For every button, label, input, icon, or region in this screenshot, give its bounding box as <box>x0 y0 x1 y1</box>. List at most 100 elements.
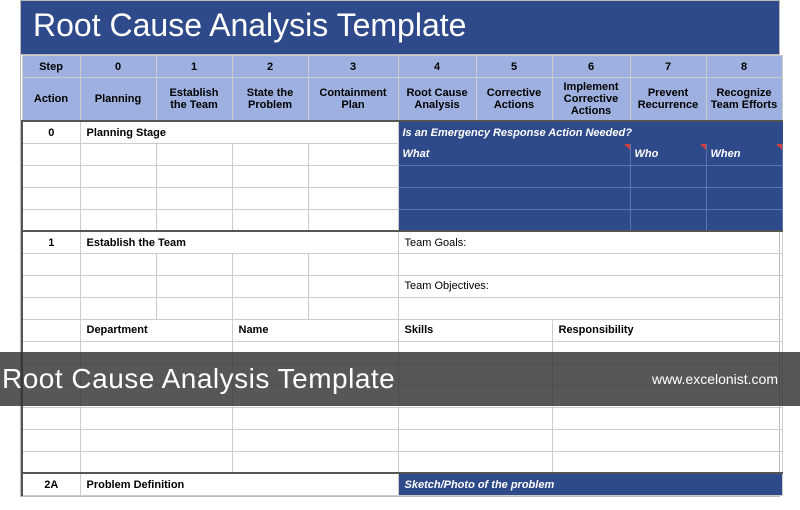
cell[interactable] <box>232 165 308 187</box>
cell[interactable] <box>398 187 630 209</box>
cell[interactable] <box>308 297 398 319</box>
step1-team-objectives[interactable]: Team Objectives: <box>398 275 782 297</box>
cell[interactable] <box>552 451 782 473</box>
step1-team-goals[interactable]: Team Goals: <box>398 231 782 253</box>
cell[interactable] <box>80 275 156 297</box>
cell[interactable] <box>22 319 80 341</box>
cell[interactable] <box>706 165 782 187</box>
hdr-c4: 4 <box>398 56 476 78</box>
cell[interactable] <box>22 275 80 297</box>
cell[interactable] <box>80 187 156 209</box>
row-step1: 1 Establish the Team Team Goals: <box>22 231 782 253</box>
cell[interactable] <box>22 253 80 275</box>
hdr-c8: 8 <box>706 56 782 78</box>
cell[interactable] <box>232 407 398 429</box>
hdr-a8: Recognize Team Efforts <box>706 78 782 122</box>
cell[interactable] <box>22 209 80 231</box>
cell[interactable] <box>232 209 308 231</box>
step2a-sketch: Sketch/Photo of the problem <box>398 473 782 495</box>
step0-when: When <box>706 143 782 165</box>
cell[interactable] <box>232 297 308 319</box>
cell[interactable] <box>398 253 782 275</box>
cell[interactable] <box>552 429 782 451</box>
header-action-row: Action Planning Establish the Team State… <box>22 78 782 122</box>
cell[interactable] <box>22 407 80 429</box>
cell[interactable] <box>232 275 308 297</box>
hdr-step: Step <box>22 56 80 78</box>
cell[interactable] <box>22 165 80 187</box>
cell[interactable] <box>308 209 398 231</box>
step0-num: 0 <box>22 121 80 143</box>
row-step1-b <box>22 253 782 275</box>
row-step1-e5 <box>22 429 782 451</box>
step0-emergency-q: Is an Emergency Response Action Needed? <box>398 121 782 143</box>
hdr-c0: 0 <box>80 56 156 78</box>
cell[interactable] <box>232 187 308 209</box>
cell[interactable] <box>630 165 706 187</box>
cell[interactable] <box>80 407 232 429</box>
hdr-action: Action <box>22 78 80 122</box>
step1-num: 1 <box>22 231 80 253</box>
cell[interactable] <box>232 143 308 165</box>
cell[interactable] <box>706 187 782 209</box>
cell[interactable] <box>308 253 398 275</box>
cell[interactable] <box>232 253 308 275</box>
step2a-num: 2A <box>22 473 80 495</box>
watermark-overlay: Root Cause Analysis Template www.excelon… <box>0 352 800 406</box>
cell[interactable] <box>308 275 398 297</box>
cell[interactable] <box>156 143 232 165</box>
cell[interactable] <box>80 429 232 451</box>
hdr-c5: 5 <box>476 56 552 78</box>
subhdr-department: Department <box>80 319 232 341</box>
cell[interactable] <box>232 451 398 473</box>
hdr-a7: Prevent Recurrence <box>630 78 706 122</box>
cell[interactable] <box>22 143 80 165</box>
cell[interactable] <box>308 187 398 209</box>
row-step1-e4 <box>22 407 782 429</box>
cell[interactable] <box>80 143 156 165</box>
hdr-a3: Containment Plan <box>308 78 398 122</box>
cell[interactable] <box>80 209 156 231</box>
cell[interactable] <box>22 451 80 473</box>
cell[interactable] <box>398 297 782 319</box>
cell[interactable] <box>398 209 630 231</box>
cell[interactable] <box>80 451 232 473</box>
cell[interactable] <box>22 297 80 319</box>
cell[interactable] <box>706 209 782 231</box>
step1-label: Establish the Team <box>80 231 398 253</box>
cell[interactable] <box>22 429 80 451</box>
cell[interactable] <box>398 165 630 187</box>
row-step1-c: Team Objectives: <box>22 275 782 297</box>
cell[interactable] <box>308 143 398 165</box>
cell[interactable] <box>156 275 232 297</box>
cell[interactable] <box>156 165 232 187</box>
cell[interactable] <box>308 165 398 187</box>
cell[interactable] <box>630 187 706 209</box>
cell[interactable] <box>156 297 232 319</box>
cell[interactable] <box>552 407 782 429</box>
cell[interactable] <box>156 209 232 231</box>
hdr-c1: 1 <box>156 56 232 78</box>
subhdr-name: Name <box>232 319 398 341</box>
cell[interactable] <box>156 253 232 275</box>
cell[interactable] <box>80 165 156 187</box>
document-title: Root Cause Analysis Template <box>21 1 779 55</box>
cell[interactable] <box>398 407 552 429</box>
overlay-url: www.excelonist.com <box>652 371 778 387</box>
hdr-c2: 2 <box>232 56 308 78</box>
cell[interactable] <box>80 253 156 275</box>
row-step1-e6 <box>22 451 782 473</box>
cell[interactable] <box>232 429 398 451</box>
cell[interactable] <box>80 297 156 319</box>
cell[interactable] <box>156 187 232 209</box>
row-step0: 0 Planning Stage Is an Emergency Respons… <box>22 121 782 143</box>
cell[interactable] <box>398 451 552 473</box>
comment-indicator-icon <box>624 144 630 150</box>
cell[interactable] <box>398 429 552 451</box>
row-step0-d1 <box>22 165 782 187</box>
cell[interactable] <box>22 187 80 209</box>
cell[interactable] <box>630 209 706 231</box>
spreadsheet: Root Cause Analysis Template Step 0 1 2 … <box>20 0 780 497</box>
header-step-row: Step 0 1 2 3 4 5 6 7 8 <box>22 56 782 78</box>
rca-table: Step 0 1 2 3 4 5 6 7 8 Action Planning E… <box>21 55 783 496</box>
